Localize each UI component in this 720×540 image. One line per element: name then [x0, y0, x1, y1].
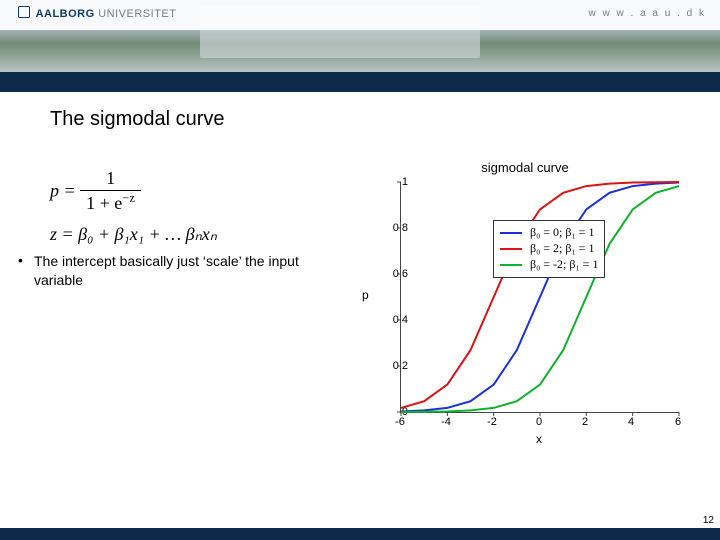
formula-denominator: 1 + e−z — [80, 191, 141, 215]
formula-fraction: 1 1 + e−z — [80, 168, 141, 214]
legend-row-1: β₀ = 2; β₁ = 1 — [500, 241, 598, 257]
chart-xlabel: x — [536, 432, 542, 446]
footer-band — [0, 528, 720, 540]
bullet-marker: • — [18, 252, 23, 268]
university-logo-icon — [18, 6, 30, 18]
legend-row-2: β₀ = -2; β₁ = 1 — [500, 257, 598, 273]
xtick-6: 6 — [668, 416, 688, 428]
chart-ylabel: p — [362, 288, 369, 302]
formula-block: p = 1 1 + e−z z = β₀ + β₁x₁ + … βₙxₙ — [50, 168, 217, 246]
header-divider-band — [0, 72, 720, 92]
slide-title: The sigmodal curve — [50, 108, 225, 131]
legend-label-0: β₀ = 0; β₁ = 1 — [530, 225, 594, 239]
legend-label-2: β₀ = -2; β₁ = 1 — [530, 257, 598, 271]
legend-label-1: β₀ = 2; β₁ = 1 — [530, 241, 594, 255]
chart-title: sigmodal curve — [481, 160, 568, 175]
xtick-n4: -4 — [436, 416, 456, 428]
chart-legend: β₀ = 0; β₁ = 1 β₀ = 2; β₁ = 1 β₀ = -2; β… — [493, 220, 605, 278]
legend-row-0: β₀ = 0; β₁ = 1 — [500, 225, 598, 241]
xtick-4: 4 — [621, 416, 641, 428]
xtick-n6: -6 — [390, 416, 410, 428]
sigmoid-chart: sigmodal curve p x 0 0.2 0.4 0.6 0.8 1 -… — [360, 160, 690, 450]
top-bar: AALBORG UNIVERSITET w w w . a a u . d k — [0, 0, 720, 30]
chart-plot-area: β₀ = 0; β₁ = 1 β₀ = 2; β₁ = 1 β₀ = -2; β… — [400, 182, 679, 413]
xtick-0: 0 — [529, 416, 549, 428]
bullet-text: The intercept basically just ‘scale’ the… — [34, 252, 344, 290]
page-number: 12 — [703, 515, 714, 526]
university-name-strong: AALBORG — [36, 8, 95, 20]
header-url: w w w . a a u . d k — [589, 8, 706, 19]
xtick-2: 2 — [575, 416, 595, 428]
slide: AALBORG UNIVERSITET w w w . a a u . d k … — [0, 0, 720, 540]
legend-swatch-0 — [500, 232, 522, 234]
formula-line2: z = β₀ + β₁x₁ + … βₙxₙ — [50, 224, 217, 244]
legend-swatch-1 — [500, 248, 522, 250]
legend-swatch-2 — [500, 264, 522, 266]
xtick-n2: -2 — [482, 416, 502, 428]
university-name-light: UNIVERSITET — [98, 8, 176, 20]
formula-lhs: p = — [50, 180, 76, 200]
university-wordmark: AALBORG UNIVERSITET — [18, 6, 176, 20]
formula-numerator: 1 — [80, 168, 141, 191]
chart-svg — [401, 182, 679, 412]
